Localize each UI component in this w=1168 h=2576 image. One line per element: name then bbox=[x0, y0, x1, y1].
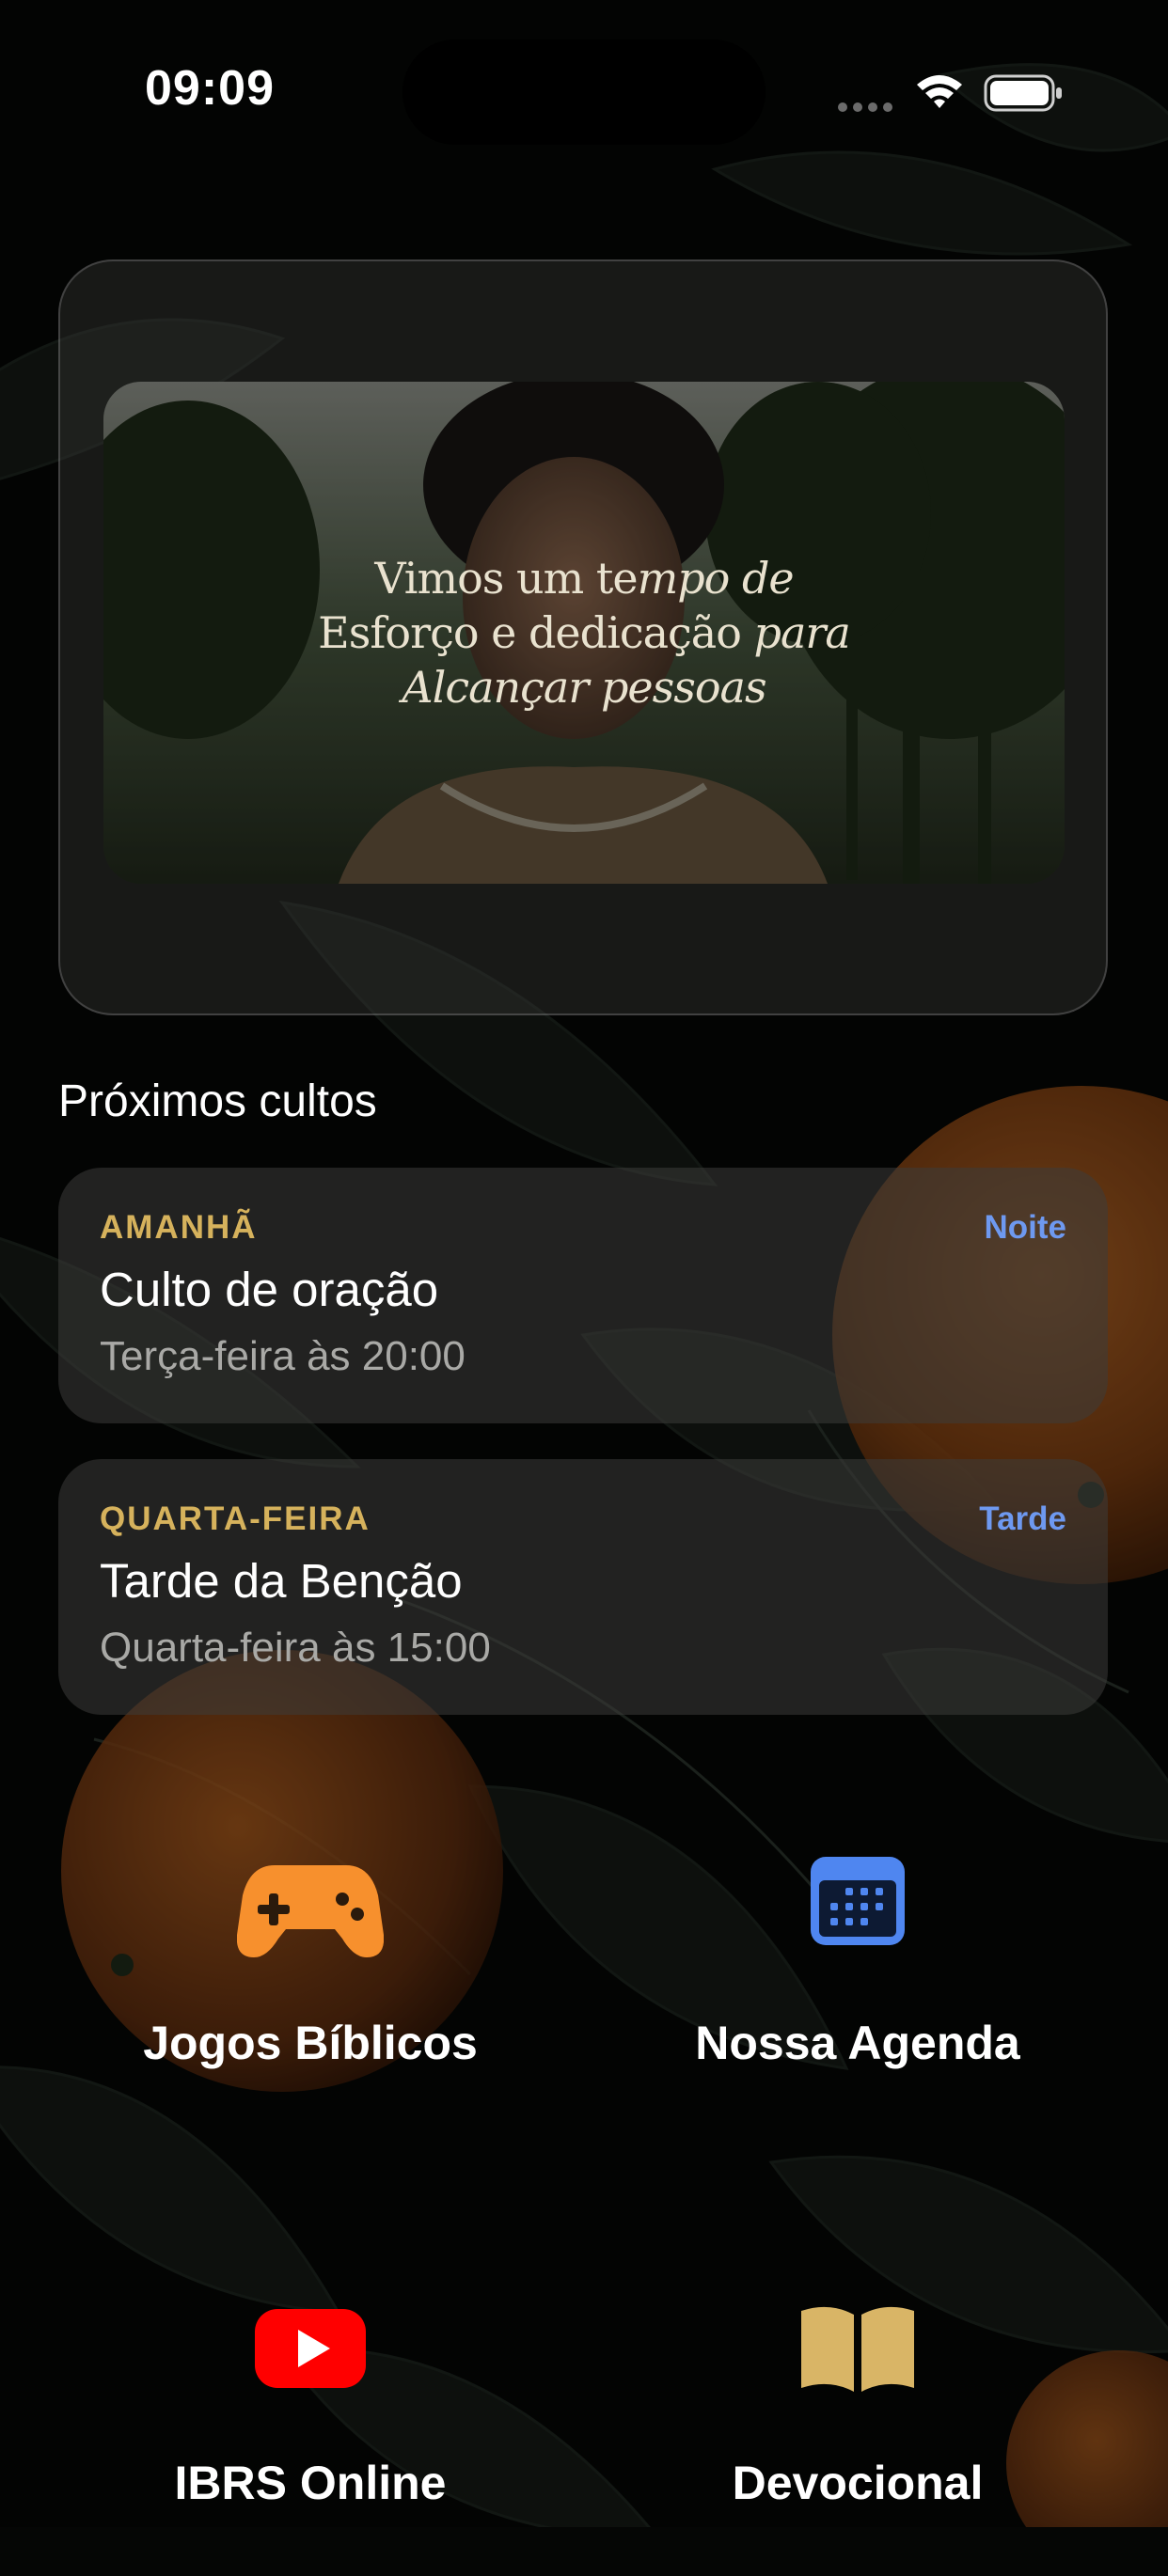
shortcut-devocional[interactable]: Devocional bbox=[613, 2294, 1102, 2576]
hero-caption-line-2: Esforço e dedicação para bbox=[103, 605, 1065, 660]
service-period: Noite bbox=[984, 1209, 1067, 1246]
calendar-icon bbox=[811, 1857, 905, 1945]
wifi-icon bbox=[917, 75, 962, 108]
service-schedule: Quarta-feira às 15:00 bbox=[100, 1625, 491, 1671]
battery-icon bbox=[984, 74, 1062, 112]
hero-caption-line-1-regular: Vimos um te bbox=[374, 553, 638, 604]
status-time: 09:09 bbox=[145, 61, 275, 116]
shortcut-label: Jogos Bíblicos bbox=[143, 2017, 478, 2069]
hero-caption-line-2-regular: Esforço e dedicação bbox=[318, 607, 754, 658]
hero-caption-line-3: Alcançar pessoas bbox=[103, 660, 1065, 715]
service-period: Tarde bbox=[979, 1500, 1066, 1537]
gamecontroller-icon bbox=[237, 1865, 384, 1957]
hero-caption-line-3-italic: Alcançar pessoas bbox=[402, 662, 766, 713]
shortcut-label: Devocional bbox=[732, 2457, 984, 2509]
shortcut-nossa-agenda[interactable]: Nossa Agenda bbox=[613, 1843, 1102, 2125]
youtube-icon bbox=[255, 2309, 366, 2388]
hero-video[interactable]: Vimos um tempo de Esforço e dedicação pa… bbox=[103, 382, 1065, 884]
service-day: AMANHÃ bbox=[100, 1209, 258, 1246]
service-name: Tarde da Benção bbox=[100, 1554, 463, 1608]
shortcut-jogos-biblicos[interactable]: Jogos Bíblicos bbox=[66, 1843, 555, 2125]
hero-caption-line-1: Vimos um tempo de bbox=[103, 551, 1065, 605]
status-bar: 09:09 bbox=[0, 0, 1168, 188]
service-schedule: Terça-feira às 20:00 bbox=[100, 1333, 466, 1379]
service-name: Culto de oração bbox=[100, 1263, 439, 1316]
service-card[interactable]: QUARTA-FEIRA Tarde Tarde da Benção Quart… bbox=[58, 1459, 1108, 1715]
section-title: Próximos cultos bbox=[58, 1076, 377, 1126]
cellular-signal-icon bbox=[838, 102, 892, 112]
service-card[interactable]: AMANHÃ Noite Culto de oração Terça-feira… bbox=[58, 1168, 1108, 1423]
book-icon bbox=[801, 2306, 914, 2392]
service-day: QUARTA-FEIRA bbox=[100, 1500, 371, 1537]
hero-caption-line-2-italic: para bbox=[753, 607, 851, 658]
shortcut-label: Nossa Agenda bbox=[695, 2017, 1020, 2069]
dynamic-island bbox=[402, 39, 766, 145]
hero-caption-line-1-italic: mpo de bbox=[637, 553, 795, 604]
shortcut-ibrs-online[interactable]: IBRS Online bbox=[66, 2294, 555, 2576]
shortcut-label: IBRS Online bbox=[174, 2457, 447, 2509]
hero-caption: Vimos um tempo de Esforço e dedicação pa… bbox=[103, 551, 1065, 715]
